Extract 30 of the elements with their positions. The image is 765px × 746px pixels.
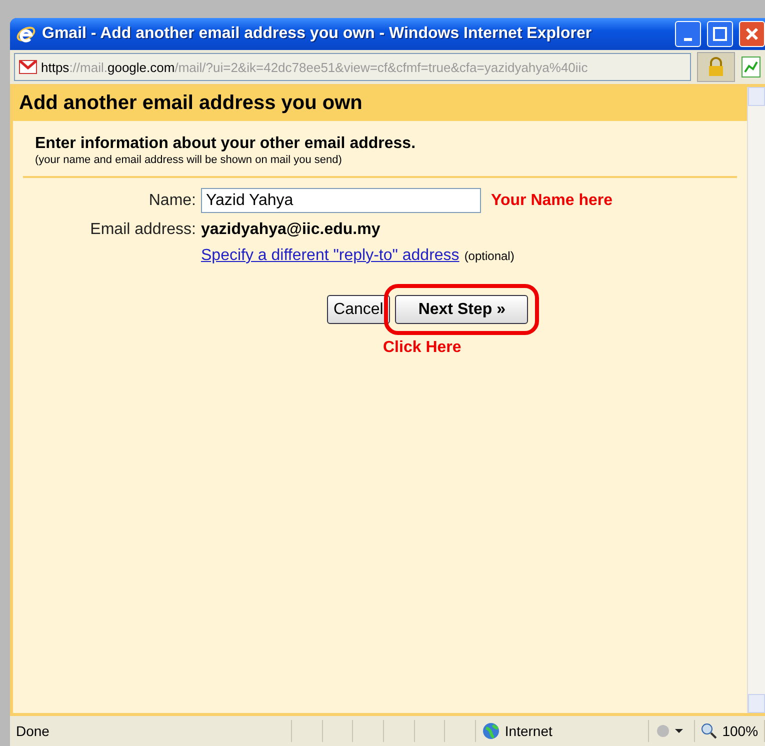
zone-text: Internet	[476, 720, 649, 742]
name-field[interactable]: Yazid Yahya	[201, 188, 481, 213]
mail-logo-icon	[19, 60, 37, 74]
email-label: Email address:	[89, 221, 196, 239]
browser-logo-icon	[16, 24, 36, 44]
name-label: Name:	[148, 192, 196, 210]
maximize-icon	[713, 27, 727, 41]
close-icon	[745, 27, 759, 41]
page-heading: Add another email address you own	[13, 87, 747, 121]
note-text: (your name and email address will be shown on mail you send)	[35, 154, 343, 166]
address-field[interactable]: https://mail.google.com/mail/?ui=2&ik=42dc78ee51&view=cf&cfmf=true&cfa=yazidyahya%40iic	[14, 53, 691, 81]
annotation-text: Your Name here	[491, 192, 613, 210]
optional-text: (optional)	[464, 249, 514, 263]
globe-icon	[482, 722, 500, 740]
maximize-button[interactable]	[707, 21, 733, 47]
intro-text: Enter information about your other email address.	[35, 135, 417, 153]
scrollbar[interactable]	[747, 87, 765, 713]
zoom-icon[interactable]	[701, 723, 718, 739]
reply-to-link[interactable]: Specify a different "reply-to" address	[201, 247, 460, 264]
page-chart-icon[interactable]	[741, 56, 761, 78]
annotation-text: Click Here	[383, 339, 462, 357]
zoom-level[interactable]: 100%	[722, 723, 758, 739]
minimize-button[interactable]	[675, 21, 701, 47]
lock-icon[interactable]	[697, 52, 735, 82]
close-button[interactable]	[739, 21, 765, 47]
window-title: Gmail - Add another email address you own - Windows Internet Explorer	[42, 25, 593, 43]
status-text: Done	[10, 720, 292, 742]
cancel-button[interactable]: Cancel	[326, 295, 390, 324]
minimize-icon	[684, 38, 692, 40]
email-value: yazidyahya@iic.edu.my	[201, 221, 382, 239]
